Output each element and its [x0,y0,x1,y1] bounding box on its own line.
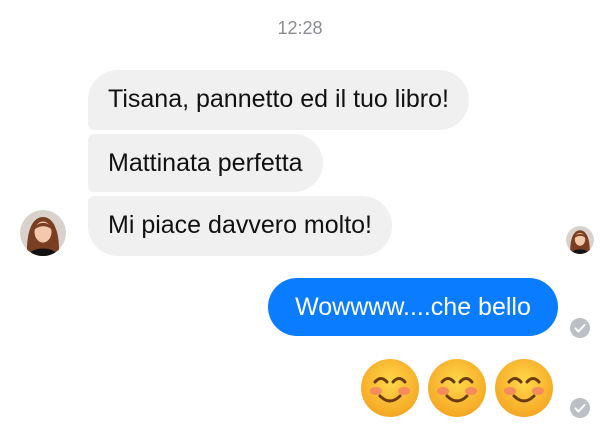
smiling-emoji[interactable] [360,358,420,418]
seen-avatar [566,226,594,254]
incoming-message-bubble[interactable]: Mi piace davvero molto! [88,196,393,256]
sender-avatar[interactable] [20,210,66,256]
smiling-emoji[interactable] [494,358,554,418]
delivered-check-icon [570,398,590,418]
delivered-check-icon [570,318,590,338]
smiling-emoji[interactable] [427,358,487,418]
outgoing-message-bubble[interactable]: Wowwww....che bello [268,278,558,336]
incoming-message-bubble[interactable]: Mattinata perfetta [88,134,323,192]
incoming-message-bubble[interactable]: Tisana, pannetto ed il tuo libro! [88,70,469,130]
message-timestamp: 12:28 [277,18,323,38]
